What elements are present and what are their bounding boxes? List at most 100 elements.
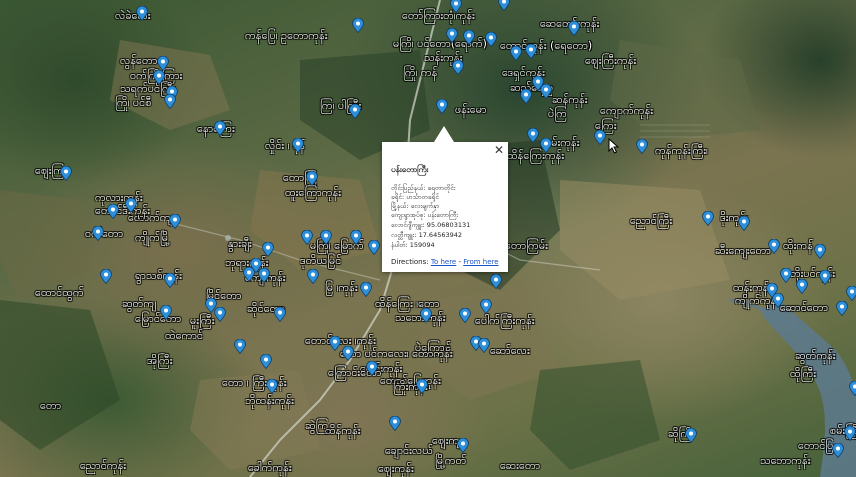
map-pin-icon[interactable] — [527, 128, 539, 143]
place-label: ပဲကြ — [548, 107, 567, 120]
map-pin-icon[interactable] — [234, 339, 246, 354]
info-window-title: ပန်းတောကြီး — [391, 165, 429, 174]
map-pin-icon[interactable] — [100, 269, 112, 284]
map-pin-icon[interactable] — [125, 198, 137, 213]
map-pin-icon[interactable] — [450, 0, 462, 13]
place-label: အိုကြီး — [147, 354, 173, 367]
map-pin-icon[interactable] — [164, 94, 176, 109]
place-label: ထိုကြီး — [790, 367, 817, 380]
map-pin-icon[interactable] — [814, 244, 826, 259]
map-pin-icon[interactable] — [525, 44, 537, 59]
map-pin-icon[interactable] — [60, 166, 72, 181]
map-pin-icon[interactable] — [836, 301, 848, 316]
map-pin-icon[interactable] — [480, 299, 492, 314]
place-label: ကျောက်ကုန်း — [600, 104, 654, 117]
place-label: ဆွတ်ကုန်း — [795, 349, 836, 362]
map-pin-icon[interactable] — [349, 104, 361, 119]
map-pin-icon[interactable] — [329, 336, 341, 351]
map-pin-icon[interactable] — [136, 6, 148, 21]
map-pin-icon[interactable] — [164, 273, 176, 288]
map-pin-icon[interactable] — [306, 171, 318, 186]
map-pin-icon[interactable] — [160, 305, 172, 320]
to-here-link[interactable]: To here — [431, 258, 456, 266]
place-label: ပေါက်ကြီးကုန်း — [475, 314, 535, 327]
map-pin-icon[interactable] — [307, 269, 319, 284]
map-pin-icon[interactable] — [153, 70, 165, 85]
map-pin-icon[interactable] — [498, 0, 510, 11]
map-pin-icon[interactable] — [702, 211, 714, 226]
map-pin-icon[interactable] — [342, 346, 354, 361]
close-icon[interactable]: ✕ — [494, 144, 504, 156]
map-pin-icon[interactable] — [490, 274, 502, 289]
satellite-map[interactable]: လဲခဲလေး ကန်ပြေ၊ ဥတောကုန်း တော်ကြားတုံ၊ကု… — [0, 0, 856, 477]
place-label: ခေါက်ကုန်း — [248, 461, 292, 474]
place-label: သဘောကုန်း — [760, 454, 811, 467]
map-pin-icon[interactable] — [352, 18, 364, 33]
map-pin-icon[interactable] — [368, 240, 380, 255]
map-pin-icon[interactable] — [266, 379, 278, 394]
map-pin-icon[interactable] — [350, 230, 362, 245]
map-pin-icon[interactable] — [738, 216, 750, 231]
info-row-code: နံပါတ်: 159094 — [391, 241, 435, 249]
map-pin-icon[interactable] — [360, 282, 372, 297]
map-pin-icon[interactable] — [844, 426, 856, 441]
map-pin-icon[interactable] — [243, 267, 255, 282]
map-pin-icon[interactable] — [796, 279, 808, 294]
map-pin-icon[interactable] — [568, 21, 580, 36]
map-pin-icon[interactable] — [832, 443, 844, 458]
place-label: မြို့ကတ် — [435, 454, 467, 467]
map-pin-icon[interactable] — [262, 242, 274, 257]
map-pin-icon[interactable] — [685, 428, 697, 443]
map-pin-icon[interactable] — [258, 268, 270, 283]
place-label: ထိန်ကြေးကုန်း — [507, 149, 565, 162]
place-label: ထိုးကန် — [783, 239, 813, 252]
map-pin-icon[interactable] — [510, 46, 522, 61]
map-pin-icon[interactable] — [594, 130, 606, 145]
map-pin-icon[interactable] — [459, 308, 471, 323]
map-pin-icon[interactable] — [157, 56, 169, 71]
map-pin-icon[interactable] — [540, 138, 552, 153]
map-pin-icon[interactable] — [274, 307, 286, 322]
map-pin-icon[interactable] — [780, 268, 792, 283]
map-pin-icon[interactable] — [457, 438, 469, 453]
map-pin-icon[interactable] — [107, 204, 119, 219]
map-pin-icon[interactable] — [446, 28, 458, 43]
place-label: လွန်တော — [120, 54, 158, 67]
map-pin-icon[interactable] — [772, 293, 784, 308]
place-label: မြောင်တော — [135, 312, 182, 325]
place-label: တောကြမ်း — [505, 239, 548, 252]
map-pin-icon[interactable] — [420, 308, 432, 323]
map-pin-icon[interactable] — [540, 84, 552, 99]
place-label: ချောင်းလယ် — [385, 444, 433, 457]
map-pin-icon[interactable] — [416, 379, 428, 394]
mouse-cursor-icon — [608, 138, 620, 154]
map-pin-icon[interactable] — [366, 361, 378, 376]
place-label: ထိန်ကုန်း — [325, 424, 361, 437]
map-pin-icon[interactable] — [478, 338, 490, 353]
map-pin-icon[interactable] — [320, 230, 332, 245]
place-label: ဆေးတော — [500, 459, 541, 472]
map-pin-icon[interactable] — [768, 239, 780, 254]
place-label: ဈေးကြီးကုန်း — [585, 54, 637, 67]
map-pin-icon[interactable] — [452, 60, 464, 75]
map-pin-icon[interactable] — [436, 99, 448, 114]
place-label: ညောင်ကြီး — [630, 214, 673, 227]
map-pin-icon[interactable] — [214, 307, 226, 322]
map-pin-icon[interactable] — [846, 286, 856, 301]
map-pin-icon[interactable] — [520, 89, 532, 104]
place-label: ကြို၊ ကန် — [403, 66, 438, 79]
from-here-link[interactable]: From here — [463, 258, 498, 266]
map-pin-icon[interactable] — [463, 30, 475, 45]
map-pin-icon[interactable] — [92, 226, 104, 241]
map-pin-icon[interactable] — [485, 32, 497, 47]
map-pin-icon[interactable] — [301, 230, 313, 245]
place-label: တော — [40, 399, 62, 412]
map-pin-icon[interactable] — [169, 214, 181, 229]
map-pin-icon[interactable] — [260, 354, 272, 369]
map-pin-icon[interactable] — [214, 121, 226, 136]
map-pin-icon[interactable] — [849, 381, 856, 396]
map-pin-icon[interactable] — [636, 139, 648, 154]
map-pin-icon[interactable] — [389, 416, 401, 431]
map-pin-icon[interactable] — [819, 270, 831, 285]
map-pin-icon[interactable] — [292, 138, 304, 153]
